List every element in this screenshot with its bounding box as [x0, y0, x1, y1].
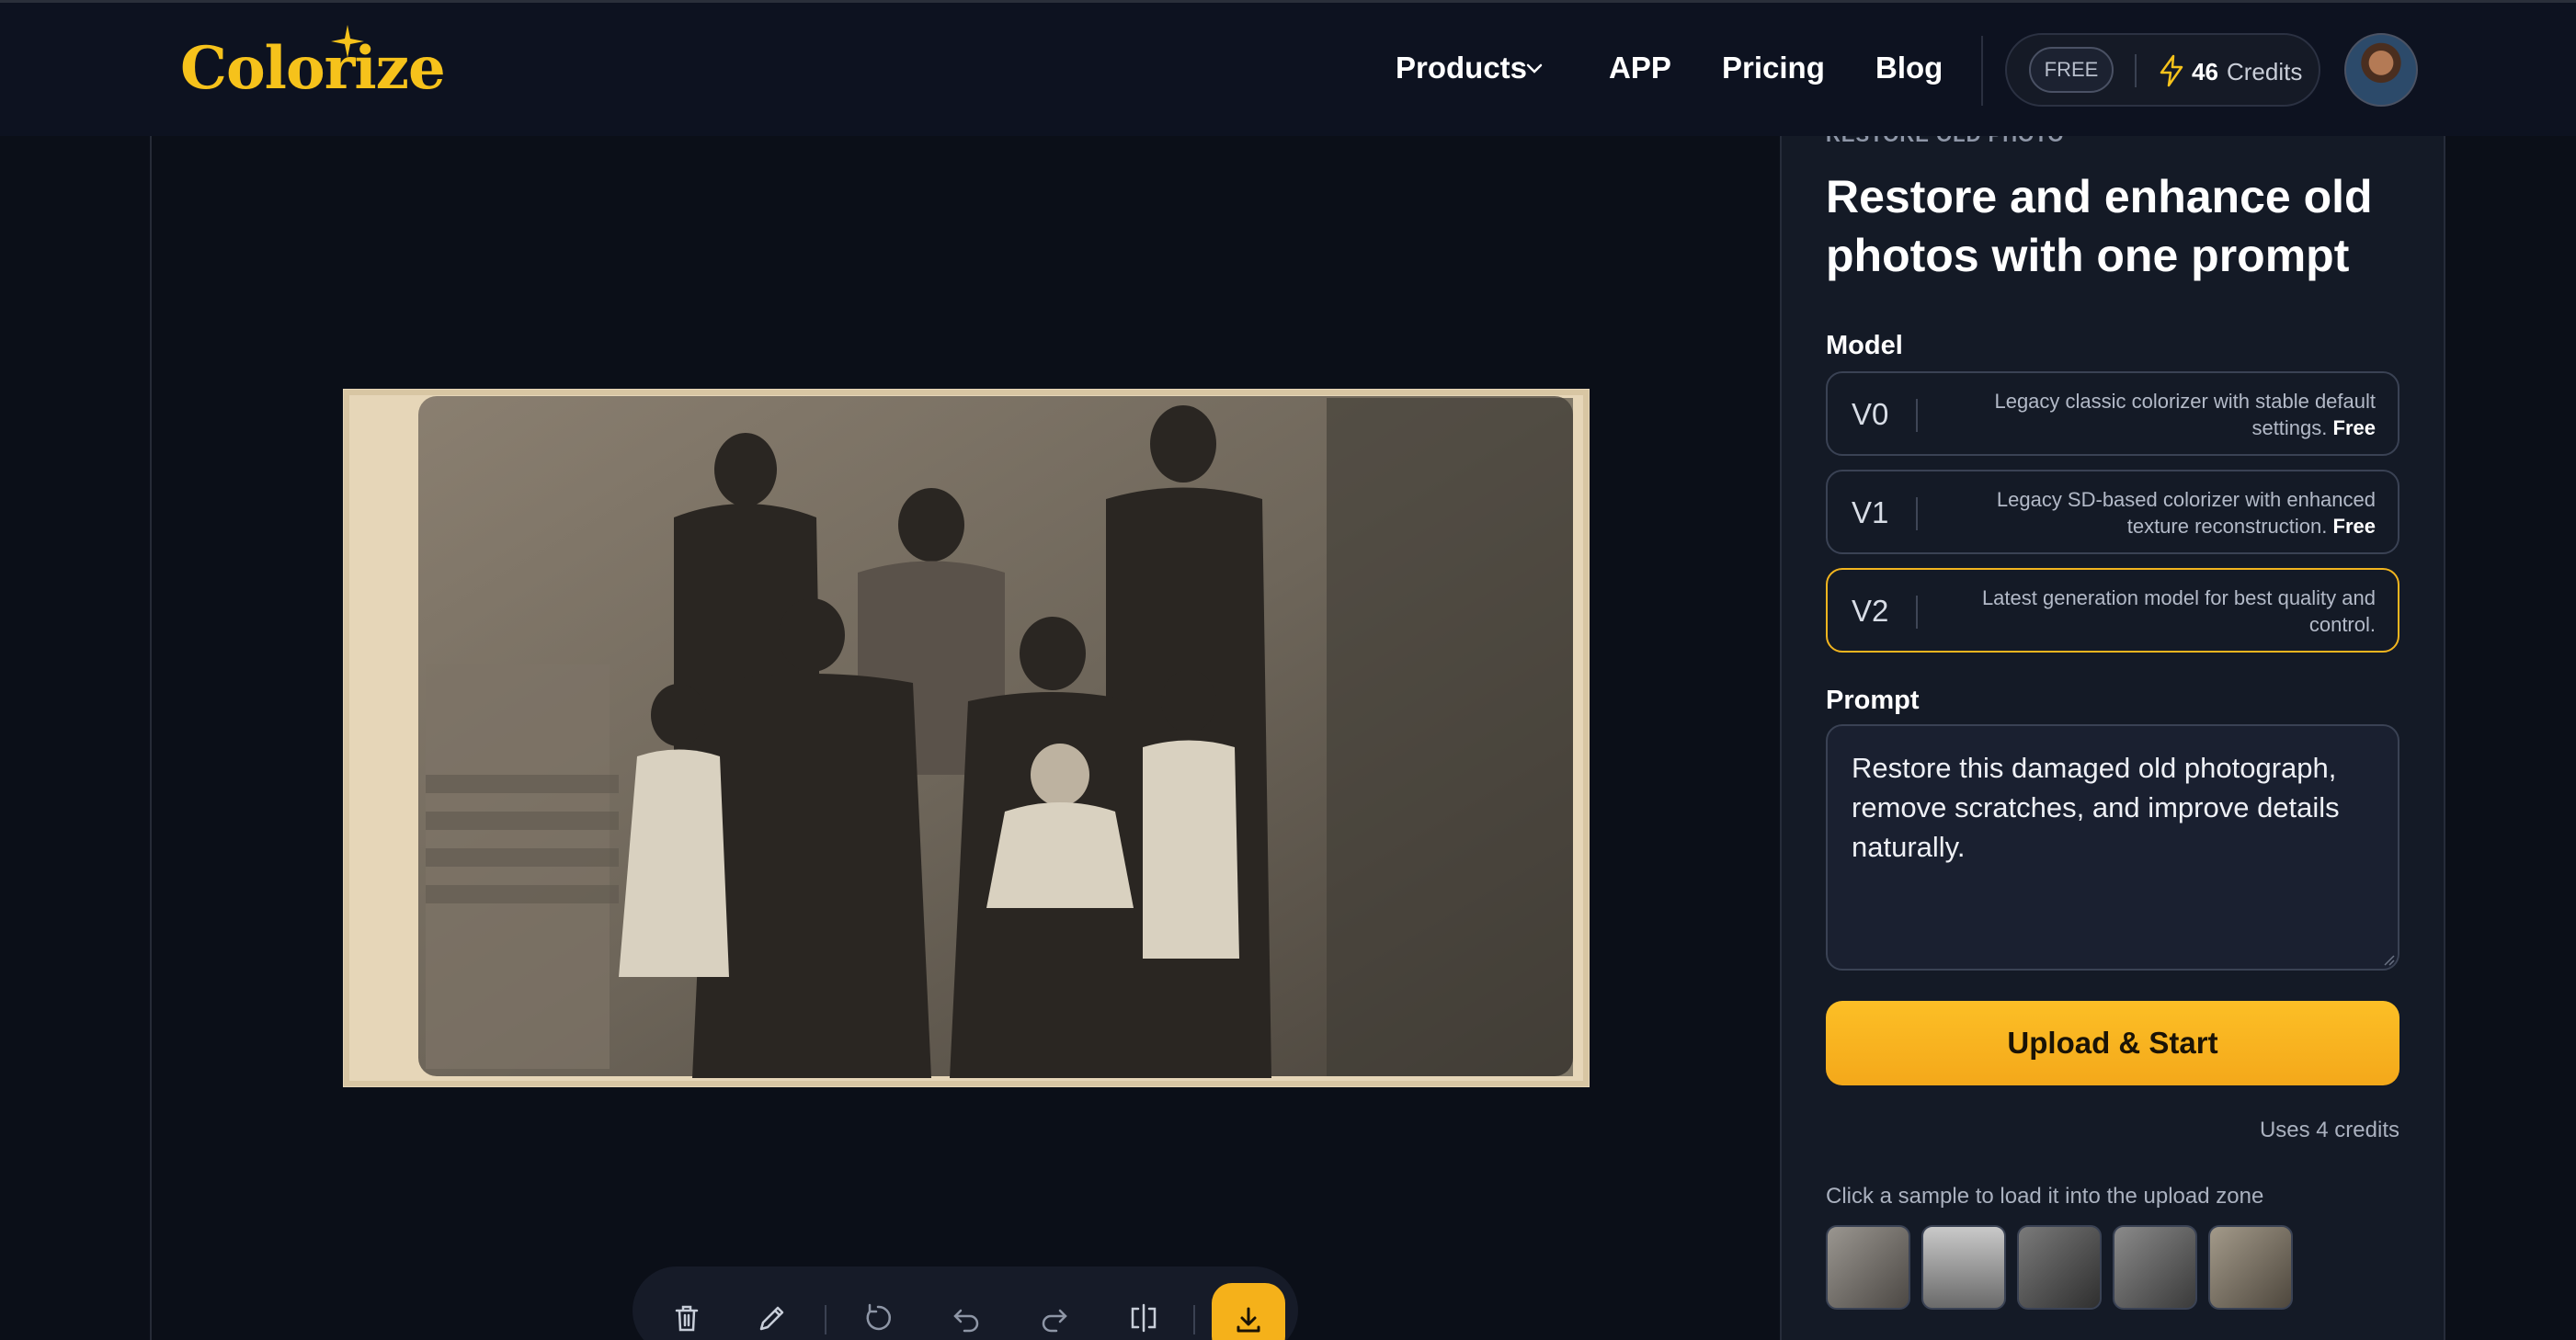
- sample-hint: Click a sample to load it into the uploa…: [1826, 1184, 2264, 1209]
- resize-handle-icon[interactable]: [2381, 952, 2396, 967]
- sparkle-icon: [331, 25, 364, 58]
- sample-thumbnail[interactable]: [2208, 1225, 2293, 1310]
- model-divider: [1916, 596, 1918, 629]
- chevron-down-icon[interactable]: [1524, 58, 1544, 78]
- nav-blog[interactable]: Blog: [1875, 51, 1943, 85]
- credit-cost: Uses 4 credits: [2259, 1118, 2399, 1142]
- redo-icon[interactable]: [1036, 1300, 1073, 1336]
- download-icon: [1237, 1307, 1260, 1333]
- model-divider: [1916, 399, 1918, 432]
- uploaded-photo[interactable]: [343, 389, 1590, 1087]
- model-option-v1[interactable]: V1 Legacy SD-based colorizer with enhanc…: [1826, 470, 2399, 554]
- model-version: V0: [1852, 397, 1889, 431]
- prompt-input[interactable]: Restore this damaged old photograph, rem…: [1826, 724, 2399, 971]
- pencil-icon[interactable]: [754, 1300, 791, 1336]
- model-version: V1: [1852, 495, 1889, 529]
- model-version: V2: [1852, 594, 1889, 628]
- model-divider: [1916, 497, 1918, 530]
- canvas-border: [150, 136, 152, 1340]
- toolbar-divider: [825, 1305, 826, 1334]
- compare-icon[interactable]: [1125, 1300, 1162, 1336]
- lightning-icon: [2160, 54, 2183, 87]
- undo-icon[interactable]: [948, 1300, 985, 1336]
- nav-divider: [1981, 36, 1983, 106]
- prompt-label: Prompt: [1826, 686, 1920, 715]
- top-navbar: Colorize Products APP Pricing Blog FREE …: [0, 0, 2576, 136]
- sample-thumbnail[interactable]: [2017, 1225, 2102, 1310]
- family-photo-image: [343, 389, 1590, 1087]
- sample-thumbnail[interactable]: [1921, 1225, 2006, 1310]
- credits-count: 46: [2192, 58, 2218, 85]
- upload-start-button[interactable]: Upload & Start: [1826, 1001, 2399, 1085]
- rotate-icon[interactable]: [860, 1300, 896, 1336]
- panel-title: Restore and enhance old photos with one …: [1826, 171, 2373, 281]
- toolbar-divider: [1193, 1305, 1195, 1334]
- plan-badge: FREE: [2029, 47, 2114, 93]
- free-tag: Free: [2332, 416, 2376, 439]
- model-description: Legacy classic colorizer with stable def…: [1994, 390, 2376, 439]
- sample-thumbnail[interactable]: [1826, 1225, 1910, 1310]
- model-description: Legacy SD-based colorizer with enhanced …: [1996, 488, 2376, 538]
- avatar[interactable]: [2344, 33, 2418, 107]
- free-tag: Free: [2332, 515, 2376, 538]
- nav-pricing[interactable]: Pricing: [1722, 51, 1825, 85]
- model-description: Latest generation model for best quality…: [1981, 586, 2376, 636]
- sample-thumbnail[interactable]: [2113, 1225, 2197, 1310]
- logo[interactable]: Colorize: [180, 34, 446, 103]
- model-option-v0[interactable]: V0 Legacy classic colorizer with stable …: [1826, 371, 2399, 456]
- nav-app[interactable]: APP: [1609, 51, 1671, 85]
- pill-divider: [2135, 54, 2137, 87]
- credits-label: Credits: [2227, 58, 2303, 85]
- model-label: Model: [1826, 331, 1903, 360]
- model-option-v2[interactable]: V2 Latest generation model for best qual…: [1826, 568, 2399, 653]
- nav-products[interactable]: Products: [1396, 51, 1527, 85]
- trash-icon[interactable]: [668, 1300, 705, 1336]
